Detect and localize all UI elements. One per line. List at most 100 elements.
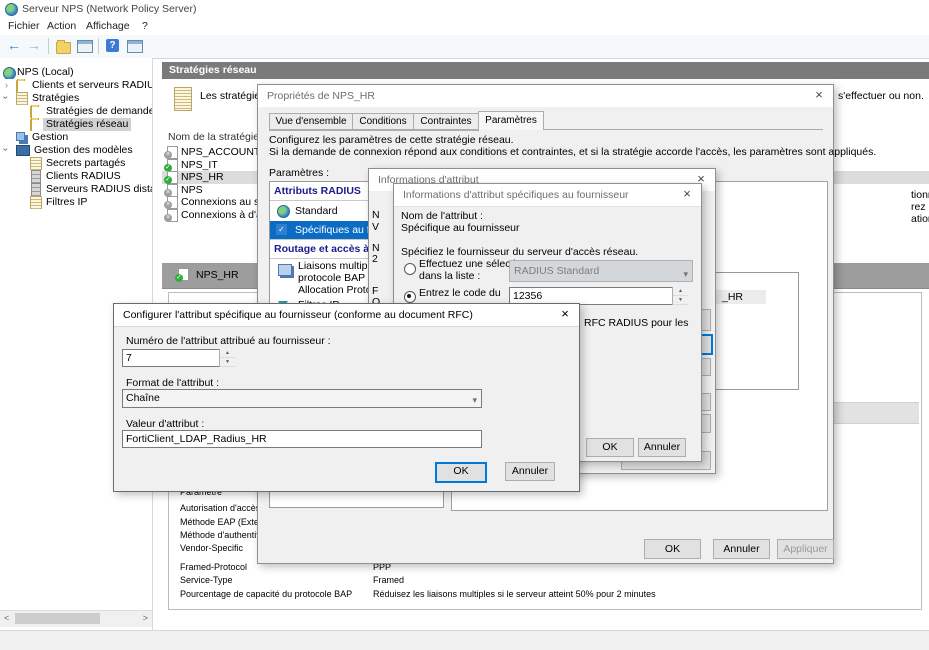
- tree-item-strategies-reseau[interactable]: Stratégies réseau: [0, 118, 152, 131]
- tree-item-clients-serveurs-radius[interactable]: › Clients et serveurs RADIUS: [0, 79, 152, 92]
- tree-label: Stratégies de demande: [46, 105, 152, 117]
- cancel-button[interactable]: Annuler: [505, 462, 555, 481]
- attr-name-value: Spécifique au fournisseur: [401, 222, 520, 234]
- label-fragment: N: [372, 209, 380, 221]
- ok-button[interactable]: OK: [435, 462, 487, 483]
- panel-text-fragment: tionnez un attribut: [911, 189, 929, 201]
- tree-item-strategies-demande[interactable]: Stratégies de demande: [0, 105, 152, 118]
- apply-button[interactable]: Appliquer: [777, 539, 834, 559]
- tree-label: Gestion des modèles: [34, 144, 133, 156]
- chevron-down-icon[interactable]: ›: [0, 148, 12, 151]
- tree-item-filtres-ip[interactable]: Filtres IP: [0, 196, 152, 209]
- new-window-icon[interactable]: [127, 40, 143, 53]
- close-icon[interactable]: ×: [551, 304, 579, 326]
- tree-label: Serveurs RADIUS distan: [46, 183, 152, 195]
- tree-label: NPS (Local): [17, 66, 74, 78]
- close-icon[interactable]: ×: [673, 184, 701, 206]
- detail-value: Réduisez les liaisons multiples si le se…: [373, 589, 656, 599]
- number-label: Numéro de l'attribut attribué au fournis…: [126, 335, 331, 347]
- server-icon: [31, 183, 41, 196]
- column-header-nom[interactable]: Nom de la stratégie: [168, 131, 259, 143]
- configure-dialog-titlebar[interactable]: Configurer l'attribut spécifique au four…: [114, 304, 579, 327]
- panel-text-fragment: rez pas d'attribut.: [911, 201, 929, 213]
- value-text: FortiClient_LDAP_Radius_HR: [126, 433, 267, 445]
- vendor-dialog-title: Informations d'attribut spécifiques au f…: [403, 189, 629, 201]
- menu-affichage[interactable]: Affichage: [86, 20, 130, 32]
- number-input[interactable]: 7: [122, 349, 223, 367]
- tree-item-gestion-modeles[interactable]: › Gestion des modèles: [0, 144, 152, 157]
- tree-item-nps-local[interactable]: NPS (Local): [0, 66, 152, 79]
- scroll-icon: [30, 157, 42, 170]
- spin-down-icon[interactable]: ▼: [220, 358, 235, 367]
- scrollbar-thumb[interactable]: [15, 613, 100, 624]
- vendor-code-stepper[interactable]: ▲ ▼: [672, 287, 688, 305]
- cancel-button[interactable]: Annuler: [713, 539, 770, 559]
- tree-label: Gestion: [32, 131, 69, 143]
- attr-name-label: Nom de l'attribut :: [401, 210, 483, 222]
- gestion-icon: [16, 132, 25, 141]
- tree-item-gestion[interactable]: Gestion: [0, 131, 152, 144]
- status-disabled-icon: ×: [164, 213, 172, 222]
- scroll-right-icon[interactable]: >: [143, 613, 148, 623]
- number-stepper[interactable]: ▲ ▼: [219, 349, 235, 367]
- spin-down-icon[interactable]: ▼: [673, 296, 688, 305]
- nps-console-window: Serveur NPS (Network Policy Server) Fich…: [0, 0, 929, 650]
- console-tree-icon[interactable]: [77, 40, 93, 53]
- monitor-icon: [16, 145, 30, 156]
- value-input[interactable]: FortiClient_LDAP_Radius_HR: [122, 430, 482, 448]
- tree-label: Stratégies: [32, 92, 80, 104]
- menu-fichier[interactable]: Fichier: [8, 20, 40, 32]
- attribute-value-fragment: _HR: [722, 291, 744, 303]
- value-label: Valeur d'attribut :: [126, 418, 205, 430]
- detail-label: Autorisation d'accès: [180, 503, 261, 513]
- spin-up-icon[interactable]: ▲: [220, 349, 235, 358]
- configure-dialog-title: Configurer l'attribut spécifique au four…: [123, 309, 473, 321]
- tree-item-serveurs-radius-distants[interactable]: Serveurs RADIUS distan: [0, 183, 152, 196]
- vendor-dropdown-value: RADIUS Standard: [514, 265, 600, 277]
- export-list-icon[interactable]: [56, 40, 71, 54]
- scroll-left-icon[interactable]: <: [4, 613, 9, 623]
- radio-code-label: Entrez le code du: [419, 287, 501, 299]
- chevron-right-icon[interactable]: ›: [5, 79, 8, 92]
- help-icon[interactable]: ?: [106, 39, 119, 52]
- format-dropdown[interactable]: Chaîne ▾: [122, 389, 482, 408]
- ok-button[interactable]: OK: [586, 438, 634, 457]
- forward-icon[interactable]: →: [27, 37, 41, 53]
- vendor-dropdown[interactable]: RADIUS Standard ▾: [509, 260, 693, 282]
- vendor-dialog-titlebar[interactable]: Informations d'attribut spécifiques au f…: [394, 184, 701, 207]
- tab-parametres[interactable]: Paramètres: [478, 111, 544, 130]
- settings-label: Paramètres :: [269, 167, 330, 179]
- spin-up-icon[interactable]: ▲: [673, 287, 688, 296]
- tree-item-secrets-partages[interactable]: Secrets partagés: [0, 157, 152, 170]
- cancel-button[interactable]: Annuler: [638, 438, 686, 457]
- content-header-bar: Stratégies réseau: [162, 62, 929, 79]
- properties-dialog-title: Propriétés de NPS_HR: [267, 90, 375, 102]
- policy-name: NPS_IT: [181, 158, 218, 171]
- settings-item-label: Standard: [295, 205, 338, 217]
- toolbar: ← → ?: [0, 35, 929, 59]
- server-icon: [31, 170, 41, 183]
- description-fragment-right: s'effectuer ou non.: [838, 90, 924, 102]
- tree-item-clients-radius[interactable]: Clients RADIUS: [0, 170, 152, 183]
- menu-action[interactable]: Action: [47, 20, 76, 32]
- tree-label: Clients RADIUS: [46, 170, 121, 182]
- properties-dialog-titlebar[interactable]: Propriétés de NPS_HR ×: [258, 85, 833, 107]
- back-icon[interactable]: ←: [7, 37, 21, 53]
- vendor-instruction: Spécifiez le fournisseur du serveur d'ac…: [401, 246, 639, 258]
- scroll-icon: [30, 196, 42, 209]
- close-icon[interactable]: ×: [805, 85, 833, 107]
- label-fragment: 2: [372, 253, 378, 265]
- ok-button[interactable]: OK: [644, 539, 701, 559]
- tree-item-strategies[interactable]: › Stratégies: [0, 92, 152, 105]
- intro-line-2: Si la demande de connexion répond aux co…: [269, 146, 877, 158]
- menu-bar: Fichier Action Affichage ?: [0, 18, 929, 35]
- tree-hscrollbar[interactable]: < >: [0, 610, 152, 627]
- menu-help[interactable]: ?: [142, 20, 148, 32]
- radio-select-list[interactable]: [404, 263, 416, 275]
- radio-enter-code[interactable]: [404, 291, 416, 303]
- vendor-code-value: 12356: [513, 290, 543, 302]
- number-value: 7: [126, 352, 132, 364]
- detail-value: Framed: [373, 575, 405, 585]
- folder-open-icon: [30, 119, 32, 131]
- chevron-down-icon[interactable]: ›: [0, 96, 12, 99]
